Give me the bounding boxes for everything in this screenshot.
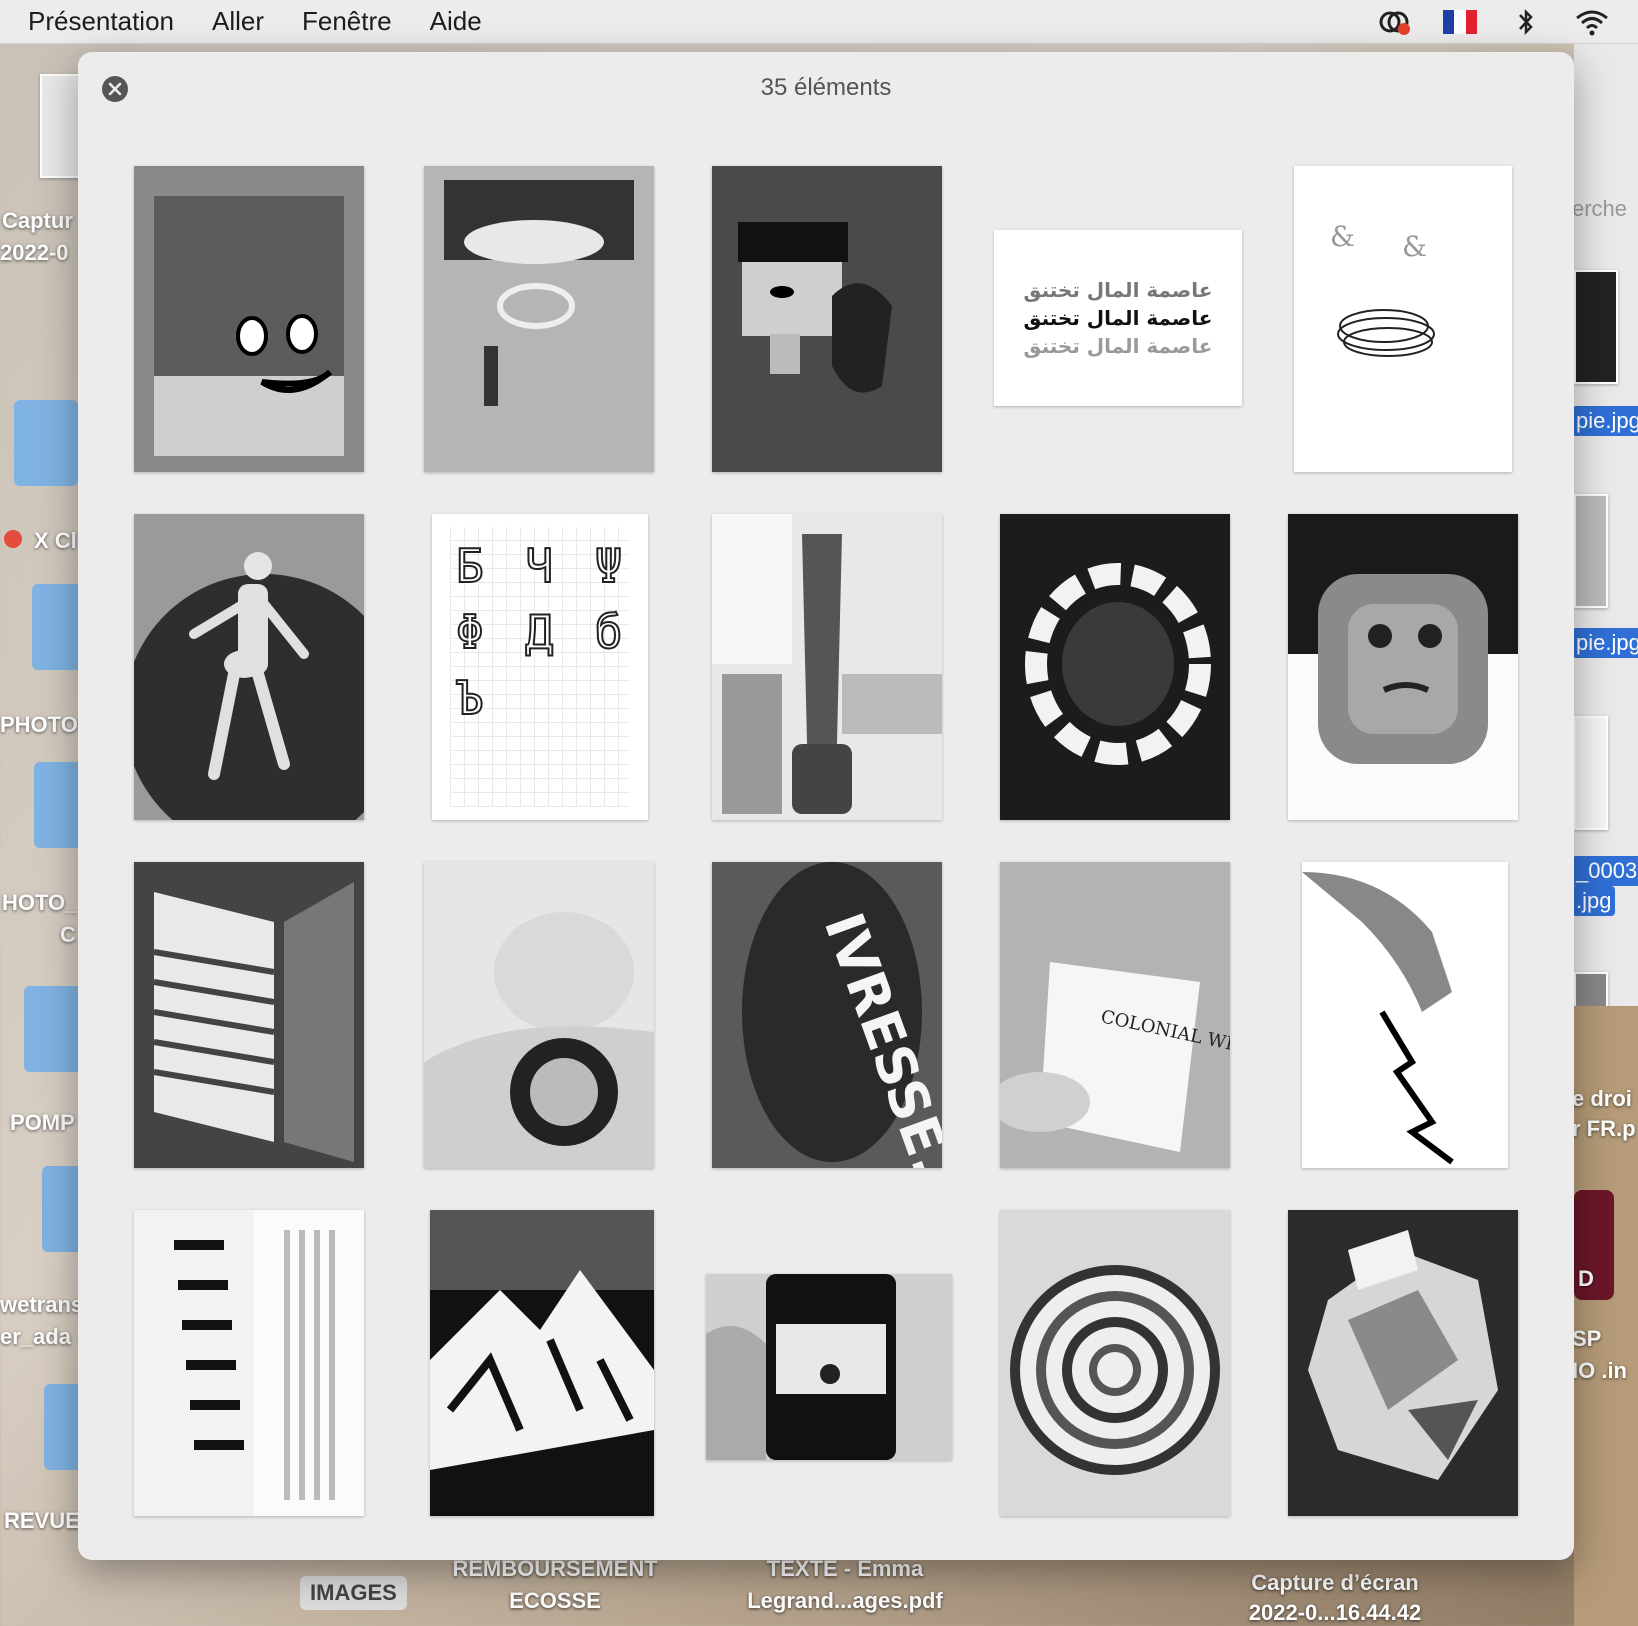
thumbnail-cyrillic-letters-grid[interactable]: Б Ч Ψ Φ Д б Ъ [432,514,648,820]
paper-collage-pile-image [1288,1210,1518,1516]
file-label-capture[interactable]: Capture d’écran [1220,1570,1450,1596]
thumbnail-sculpture-column-studio[interactable] [712,514,942,820]
stone-figure-image [134,514,364,820]
arabic-text: عاصمة المال تختنق عاصمة المال تختنق عاصم… [1023,278,1213,358]
menu-aide[interactable]: Aide [430,6,482,37]
painting-abstract-grey-image [424,166,654,472]
thumbnail-car-ice-cream-photo[interactable] [424,862,654,1168]
file-label-capture-line2[interactable]: 2022-0...16.44.42 [1220,1600,1450,1626]
ivresse-sign-image: IVRESSE.. [712,862,942,1168]
file-thumbnail[interactable] [1574,494,1608,608]
phone-in-hand-image [706,1274,952,1460]
file-label[interactable]: _0003 [1572,856,1638,886]
menu-presentation[interactable]: Présentation [28,6,174,37]
file-label[interactable]: pie.jpg [1572,406,1638,436]
thumbnail-mountain-car-graphic[interactable] [430,1210,654,1516]
thumbnail-ampersand-typography[interactable]: & & [1294,166,1512,472]
hand-lightning-image [1302,862,1508,1168]
thumbnail-book-page-dancers[interactable] [134,1210,364,1516]
thumbnail-book-colonial-white[interactable]: COLONIAL WHITE [1000,862,1230,1168]
desktop-label[interactable]: 2022-0 [0,240,69,266]
creative-cloud-icon[interactable] [1374,7,1414,37]
file-label[interactable]: pie.jpg [1572,628,1638,658]
thumbnail-arabic-typography[interactable]: عاصمة المال تختنق عاصمة المال تختنق عاصم… [994,230,1242,406]
desktop-label[interactable]: er_ada [0,1324,71,1350]
thumbnail-phone-in-hand-photo[interactable] [706,1274,952,1460]
file-thumbnail[interactable] [1574,270,1618,384]
menu-aller[interactable]: Aller [212,6,264,37]
thumbnail-spiral-collage[interactable] [1000,1210,1230,1516]
quicklook-panel: 35 éléments عاصمة المال تختنق عاصمة الما… [78,52,1574,1560]
file-label-texte-line2[interactable]: Legrand...ages.pdf [730,1588,960,1614]
thumbnail-window-shadow-photo[interactable] [134,862,364,1168]
desktop-label[interactable]: HOTO_ [2,890,77,916]
thumbnail-painting-smiling-face[interactable] [134,166,364,472]
car-ice-cream-image [424,862,654,1168]
folder-label-remboursement-line2[interactable]: ECOSSE [440,1588,670,1614]
desktop-label[interactable]: e droi [1572,1086,1632,1112]
thumbnail-ivresse-sign-photo[interactable]: IVRESSE.. [712,862,942,1168]
ampersand-glyph: & [1330,220,1355,253]
stone-circle-image [1000,514,1230,820]
desktop-label[interactable]: POMP [10,1110,75,1136]
desktop-label[interactable]: SP [1572,1326,1601,1352]
folder-icon[interactable] [14,400,78,486]
file-label[interactable]: .jpg [1572,886,1616,916]
spiral-collage-image [1000,1210,1230,1516]
stone-face-image [1288,514,1518,820]
menu-bar: Présentation Aller Fenêtre Aide [0,0,1638,44]
painting-smiling-face-image [134,166,364,472]
sculpture-column-image [712,514,942,820]
menu-fenetre[interactable]: Fenêtre [302,6,392,37]
window-shadow-image [134,862,364,1168]
desktop-label[interactable]: PHOTO [0,712,78,738]
thumbnail-hand-lightning-photo[interactable] [1302,862,1508,1168]
desktop-label[interactable]: X Cl [34,528,77,554]
thumbnail-stone-circle-photo[interactable] [1000,514,1230,820]
menu-tray [1374,0,1638,44]
red-tag-icon [4,530,22,548]
desktop-label[interactable]: IO .in [1572,1358,1627,1384]
book-page-dancers-image [134,1210,364,1516]
desktop-label[interactable]: Captur [2,208,73,234]
thumbnail-stone-figure-photo[interactable] [134,514,364,820]
thumbnail-paper-collage-pile[interactable] [1288,1210,1518,1516]
search-field-fragment[interactable]: erche [1572,196,1627,222]
folder-label-images[interactable]: IMAGES [300,1576,407,1610]
thumbnail-painting-abstract-grey[interactable] [424,166,654,472]
french-flag-icon[interactable] [1440,7,1480,37]
desktop-label[interactable]: REVUE [4,1508,80,1534]
desktop-label[interactable]: r FR.p [1572,1116,1636,1142]
desktop-label[interactable]: D [1578,1266,1594,1292]
book-colonial-white-image: COLONIAL WHITE [1000,862,1230,1168]
desktop-label[interactable]: wetrans [0,1292,83,1318]
mountain-car-image [430,1210,654,1516]
ampersand-glyph: & [1402,230,1427,263]
thumbnail-painting-faces-dark[interactable] [712,166,942,472]
painting-faces-dark-image [712,166,942,472]
file-thumbnail[interactable] [1574,716,1608,830]
ampersand-image: & & [1294,166,1512,472]
thumbnail-stone-face-sculpture[interactable] [1288,514,1518,820]
desktop-label[interactable]: C [60,922,76,948]
thumbnail-grid: عاصمة المال تختنق عاصمة المال تختنق عاصم… [78,52,1574,1560]
wifi-icon[interactable] [1572,7,1612,37]
cyrillic-letters: Б Ч Ψ Φ Д б Ъ [450,527,630,807]
bluetooth-icon[interactable] [1506,7,1546,37]
desktop-screenshot-thumbnail[interactable] [40,74,80,178]
